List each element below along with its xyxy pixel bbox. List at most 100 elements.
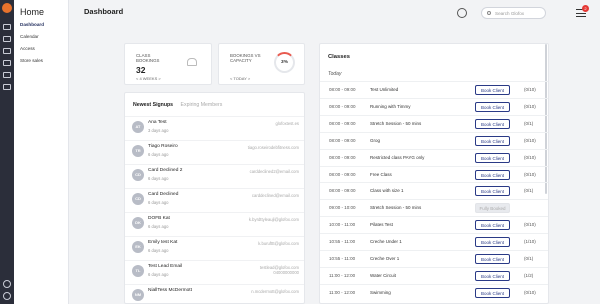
class-time: 08:00 - 09:00	[329, 171, 356, 177]
book-client-button[interactable]: Book Client	[475, 270, 510, 281]
list-item[interactable]: CD Card Declined 2 6 days ago carddeclined2…	[125, 164, 304, 186]
class-name: Stretch Session - 50 mins	[370, 205, 422, 211]
class-time: 08:00 - 09:00	[329, 137, 356, 143]
member-email-line: tiago.roseirodebfitness.com	[247, 145, 299, 150]
class-name: Restricted class PAYG only	[370, 154, 425, 160]
class-time: 08:00 - 09:00	[329, 103, 356, 109]
class-time: 10:00 - 11:00	[329, 222, 356, 228]
classes-day: Today	[328, 71, 342, 77]
book-client-button[interactable]: Book Client	[475, 169, 510, 180]
table-row: 08:00 - 09:00 Free Class Book Client (0/10)	[320, 165, 548, 183]
capacity-label: BOOKINGS VS CAPACITY	[230, 53, 261, 63]
class-count: (0/1)	[524, 120, 534, 126]
people-icon[interactable]	[3, 60, 11, 66]
book-client-button[interactable]: Book Client	[475, 101, 510, 112]
book-client-button[interactable]: Book Client	[475, 152, 510, 163]
book-client-button[interactable]: Book Client	[475, 135, 510, 146]
member-joined: 6 days ago	[148, 176, 169, 181]
list-item[interactable]: TL Test Lead Email 6 days ago testlead@glof…	[125, 260, 304, 282]
member-joined: 6 days ago	[148, 200, 169, 205]
member-email: tiago.roseirodebfitness.com	[248, 145, 299, 150]
avatar: TR	[132, 145, 144, 157]
sidebar: Home Dashboard Calendar Access Store sal…	[14, 0, 69, 304]
people-icon	[187, 58, 197, 66]
book-client-button[interactable]: Book Client	[475, 85, 510, 95]
sidebar-item-store-sales[interactable]: Store sales	[20, 58, 43, 63]
avatar: CD	[132, 169, 144, 181]
home-icon[interactable]	[3, 24, 11, 30]
tab-expiring-members[interactable]: Expiring Members	[181, 102, 223, 108]
avatar: NM	[132, 289, 144, 301]
sidebar-item-dashboard[interactable]: Dashboard	[20, 22, 44, 27]
member-email-line: carddeclined2@email.com	[249, 169, 299, 174]
member-email-line: k.byrdttyleaujl@glofox.com	[248, 217, 299, 222]
search-icon	[487, 11, 491, 15]
table-row: 11:00 - 12:00 Swimming Book Client (0/10)	[320, 283, 548, 301]
list-item[interactable]: EK Emily test Kat 6 days ago k.burufttt@glo…	[125, 236, 304, 258]
class-time: 10:55 - 11:00	[329, 239, 356, 245]
sidebar-title: Home	[20, 7, 45, 17]
wrench-icon[interactable]	[3, 36, 11, 42]
book-client-button[interactable]: Book Client	[475, 237, 510, 248]
class-bookings-label: CLASS BOOKINGS	[136, 53, 160, 63]
list-item[interactable]: DK DOFB Kat 6 days ago k.byrdttyleaujl@glof…	[125, 212, 304, 234]
list-item[interactable]: NM NiallTess McDermott n.mcdermott@glofox.…	[125, 284, 304, 303]
table-row: 10:00 - 11:00 Pilates Test Book Client (0/1…	[320, 216, 548, 233]
class-name: Class with size 1	[370, 188, 404, 194]
list-item[interactable]: CD Card Declined 6 days ago carddeclined@em…	[125, 188, 304, 210]
sidebar-item-access[interactable]: Access	[20, 46, 35, 51]
class-count: (0/10)	[524, 137, 536, 143]
class-count: (1/2)	[524, 272, 534, 278]
class-count: (0/10)	[524, 87, 536, 92]
list-item[interactable]: TR Tiago Roseiro 6 days ago tiago.roseirode…	[125, 140, 304, 162]
tab-newest-signups[interactable]: Newest Signups	[133, 102, 173, 108]
member-email-line: glofoxtest.es	[275, 121, 299, 126]
class-name: Water Circuit	[370, 272, 396, 278]
class-name: Grog	[370, 137, 381, 143]
class-bookings-period[interactable]: < 4 WEEKS >	[136, 76, 161, 81]
table-row: 08:00 - 09:00 Grog Book Client (0/10)	[320, 131, 548, 149]
member-joined: 6 days ago	[148, 152, 169, 157]
search-input[interactable]: Search Glofox	[481, 7, 546, 19]
book-client-button[interactable]: Book Client	[475, 186, 510, 197]
class-time: 08:00 - 09:00	[329, 120, 356, 126]
class-time: 10:55 - 11:00	[329, 256, 356, 261]
member-email: k.byrdttyleaujl@glofox.com	[249, 217, 299, 222]
table-row: 08:00 - 09:00 Class with size 1 Book Clien…	[320, 182, 548, 199]
member-name: Tiago Roseiro	[148, 144, 178, 149]
table-row: 08:00 - 09:00 Restricted class PAYG only B…	[320, 148, 548, 166]
chart-icon[interactable]	[3, 72, 11, 78]
settings-icon[interactable]	[3, 292, 11, 300]
class-count: (0/1)	[524, 188, 534, 194]
class-time: 09:00 - 10:00	[329, 205, 356, 211]
member-name: Emily test Kat	[148, 240, 178, 245]
member-joined: 6 days ago	[148, 272, 169, 277]
help-icon[interactable]	[3, 280, 11, 288]
member-name: Card Declined	[148, 192, 179, 197]
logo-icon	[2, 3, 12, 13]
class-bookings-value: 32	[136, 65, 146, 75]
icon-rail	[0, 0, 14, 304]
class-count: (0/10)	[524, 103, 536, 109]
notification-badge: 2	[582, 5, 589, 12]
class-name: Swimming	[370, 289, 391, 295]
member-email: n.mcdermott@glofox.com	[251, 289, 299, 294]
list-item[interactable]: AT Ana Test 3 days ago glofoxtest.es	[125, 116, 304, 138]
cart-icon[interactable]	[3, 84, 11, 90]
member-email: testlead@glofox.com 04000000000	[260, 265, 299, 275]
book-client-button[interactable]: Book Client	[475, 287, 510, 298]
key-icon[interactable]	[3, 48, 11, 54]
book-client-button[interactable]: Book Client	[475, 118, 510, 129]
class-time: 11:00 - 12:00	[329, 289, 356, 295]
member-joined: 6 days ago	[148, 248, 169, 253]
page-title: Dashboard	[84, 7, 124, 16]
book-client-button[interactable]: Book Client	[475, 254, 510, 264]
chat-icon[interactable]	[457, 8, 467, 18]
book-client-button[interactable]: Book Client	[475, 220, 510, 231]
search-placeholder: Search Glofox	[495, 11, 525, 16]
member-name: Card Declined 2	[148, 168, 183, 173]
class-count: (1/10)	[524, 239, 536, 245]
table-row: 09:00 - 10:00 Stretch Session - 50 mins Fu…	[320, 199, 548, 216]
sidebar-item-calendar[interactable]: Calendar	[20, 34, 39, 39]
capacity-period[interactable]: < TODAY >	[230, 76, 250, 81]
